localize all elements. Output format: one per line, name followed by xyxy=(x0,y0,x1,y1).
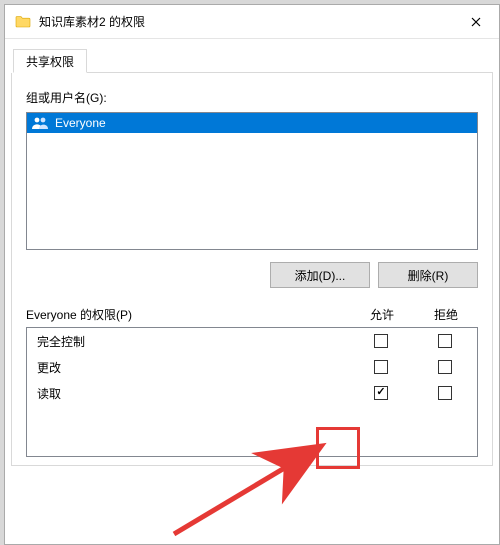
button-row: 添加(D)... 删除(R) xyxy=(26,262,478,288)
perm-read-label: 读取 xyxy=(27,385,349,402)
folder-icon xyxy=(15,14,31,30)
list-item-label: Everyone xyxy=(55,116,106,130)
tab-share-permissions[interactable]: 共享权限 xyxy=(13,49,87,73)
list-item[interactable]: Everyone xyxy=(27,113,477,133)
table-row: 更改 xyxy=(27,354,477,380)
add-button[interactable]: 添加(D)... xyxy=(270,262,370,288)
remove-button[interactable]: 删除(R) xyxy=(378,262,478,288)
perm-full-control-deny-checkbox[interactable] xyxy=(438,334,452,348)
users-label: 组或用户名(G): xyxy=(26,89,478,106)
perm-change-label: 更改 xyxy=(27,359,349,376)
close-button[interactable] xyxy=(453,7,499,37)
permissions-table: 完全控制 更改 读取 xyxy=(26,327,478,457)
permissions-for-label: Everyone 的权限(P) xyxy=(26,306,350,323)
perm-full-control-label: 完全控制 xyxy=(27,333,349,350)
close-icon xyxy=(471,17,481,27)
titlebar: 知识库素材2 的权限 xyxy=(5,5,499,39)
allow-column-header: 允许 xyxy=(350,306,414,323)
client-area: 共享权限 组或用户名(G): Everyone xyxy=(5,39,499,544)
deny-column-header: 拒绝 xyxy=(414,306,478,323)
table-row: 读取 xyxy=(27,380,477,406)
dialog-title: 知识库素材2 的权限 xyxy=(39,13,453,30)
perm-change-allow-checkbox[interactable] xyxy=(374,360,388,374)
tab-strip: 共享权限 xyxy=(11,49,493,73)
permissions-dialog: 知识库素材2 的权限 共享权限 组或用户名(G): xyxy=(4,4,500,545)
perm-read-allow-checkbox[interactable] xyxy=(374,386,388,400)
group-icon xyxy=(31,115,51,131)
perm-full-control-allow-checkbox[interactable] xyxy=(374,334,388,348)
perm-read-deny-checkbox[interactable] xyxy=(438,386,452,400)
tab-body: 组或用户名(G): Everyone 添加(D)... xyxy=(11,73,493,466)
perm-change-deny-checkbox[interactable] xyxy=(438,360,452,374)
users-listbox[interactable]: Everyone xyxy=(26,112,478,250)
table-row: 完全控制 xyxy=(27,328,477,354)
permissions-header: Everyone 的权限(P) 允许 拒绝 xyxy=(26,306,478,323)
